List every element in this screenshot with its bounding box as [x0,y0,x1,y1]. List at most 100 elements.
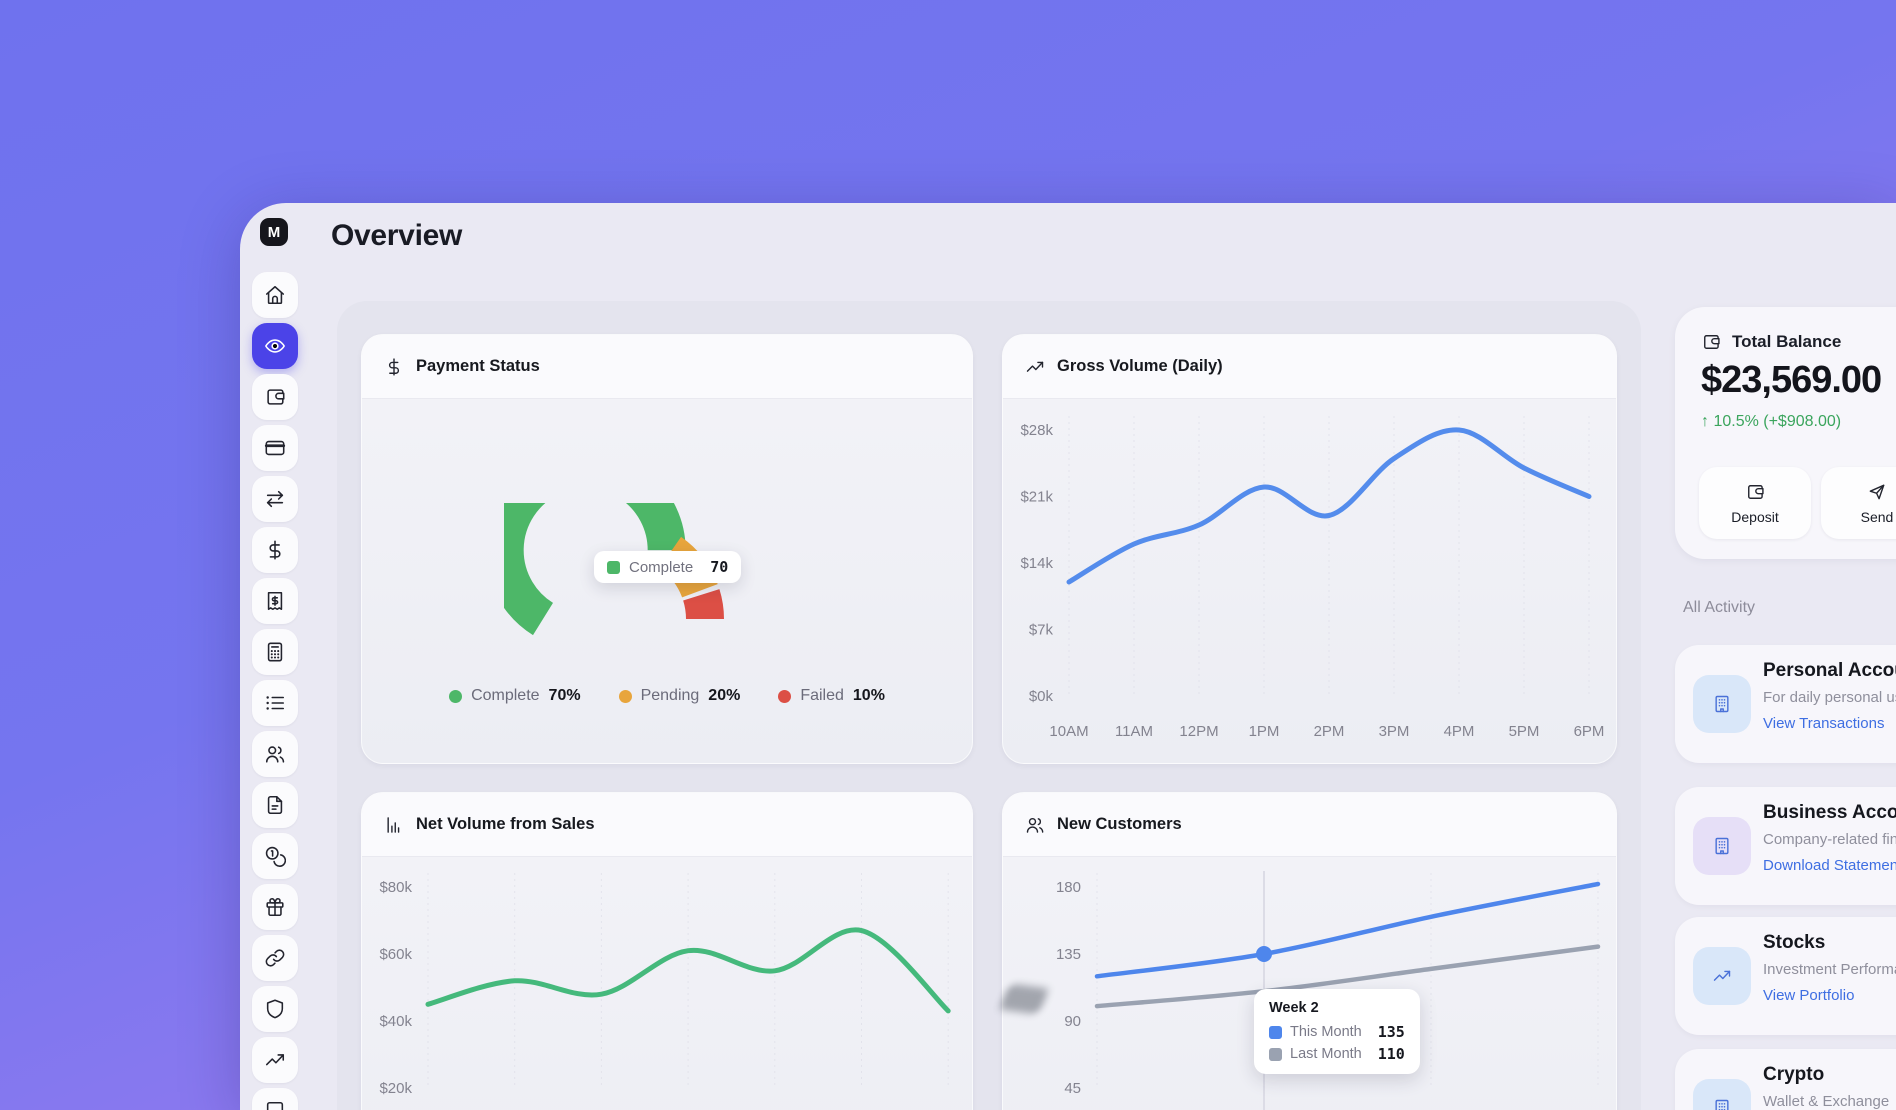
line-chart: $28k$21k$14k$7k$0k10AM11AM12PM1PM2PM3PM4… [1003,399,1616,763]
sidebar-item-trending-up[interactable] [252,1037,298,1083]
gross-volume-card: Gross Volume (Daily) $28k$21k$14k$7k$0k1… [1002,334,1617,764]
deposit-button[interactable]: Deposit [1699,467,1811,539]
sidebar-item-home[interactable] [252,272,298,318]
sidebar-item-calculator[interactable] [252,629,298,675]
send-button[interactable]: Send [1821,467,1896,539]
svg-text:45: 45 [1064,1080,1081,1097]
total-balance-card: Total Balance $23,569.00 ↑ 10.5% (+$908.… [1675,307,1896,559]
sidebar-item-device[interactable] [252,1088,298,1110]
svg-text:5PM: 5PM [1509,723,1540,740]
gauge-tooltip: Complete 70 [594,551,741,583]
sidebar-item-users[interactable] [252,731,298,777]
legend-value: 20% [708,687,740,705]
desktop-background: M Overview Payment Status Complete 70 [0,0,1896,1110]
payment-status-header: Payment Status [362,335,972,399]
week-tooltip: Week 2 This Month 135 Last Month 110 [1254,989,1420,1074]
activity-icon-square [1693,947,1751,1005]
legend-item: Failed 10% [778,687,885,705]
coins-icon [264,845,286,867]
svg-text:10AM: 10AM [1049,723,1088,740]
svg-text:$60k: $60k [379,946,412,963]
activity-icon-square [1693,675,1751,733]
sidebar-item-shield[interactable] [252,986,298,1032]
bar-chart-icon [384,815,404,835]
credit-card-icon [264,437,286,459]
activity-title: Personal Account [1763,660,1896,682]
sidebar-item-transfers[interactable] [252,476,298,522]
activity-subtitle: Wallet & Exchange [1763,1093,1889,1110]
tooltip-label: This Month [1290,1024,1362,1040]
trending-up-icon [1025,357,1045,377]
activity-item-business-account[interactable]: Business Account Company-related finance… [1675,787,1896,905]
receipt-icon [264,590,286,612]
tooltip-value: 110 [1378,1045,1405,1063]
activity-icon-square [1693,817,1751,875]
new-customers-header: New Customers [1003,793,1616,857]
legend-label: Failed [800,687,844,705]
sidebar-item-list[interactable] [252,680,298,726]
gift-icon [264,896,286,918]
svg-text:90: 90 [1064,1013,1081,1030]
legend-label: Complete [471,687,539,705]
svg-text:180: 180 [1056,879,1081,896]
svg-text:$0k: $0k [1029,688,1054,705]
building-icon [1712,1098,1732,1110]
device-icon [264,1100,286,1110]
activity-subtitle: Investment Performance [1763,961,1896,978]
trending-up-icon [264,1049,286,1071]
sidebar-item-wallet[interactable] [252,374,298,420]
tooltip-row: This Month 135 [1269,1023,1405,1041]
tooltip-row: Last Month 110 [1269,1045,1405,1063]
download-statement-link[interactable]: Download Statement [1763,857,1896,874]
net-volume-header: Net Volume from Sales [362,793,972,857]
card-title: Net Volume from Sales [416,815,595,834]
document-icon [264,794,286,816]
card-title: New Customers [1057,815,1182,834]
legend-item: Pending 20% [619,687,741,705]
sidebar-item-coins[interactable] [252,833,298,879]
sidebar-item-gift[interactable] [252,884,298,930]
card-title: Payment Status [416,357,540,376]
building-icon [1712,836,1732,856]
gauge-legend: Complete 70% Pending 20% Failed 10% [362,687,972,705]
svg-text:$20k: $20k [379,1080,412,1097]
transfers-icon [264,488,286,510]
send-icon [1867,482,1887,502]
activity-item-stocks[interactable]: Stocks Investment Performance View Portf… [1675,917,1896,1035]
sidebar-item-credit-card[interactable] [252,425,298,471]
gross-volume-header: Gross Volume (Daily) [1003,335,1616,399]
wallet-icon [1701,332,1721,352]
tooltip-label: Complete [629,559,693,576]
app-logo[interactable]: M [260,218,288,246]
sidebar [252,272,298,1110]
svg-text:1PM: 1PM [1249,723,1280,740]
legend-value: 10% [853,687,885,705]
activity-title: Crypto [1763,1064,1824,1086]
svg-text:$7k: $7k [1029,622,1054,639]
building-icon [1712,836,1732,856]
balance-change: ↑ 10.5% (+$908.00) [1701,413,1841,431]
tooltip-swatch [1269,1026,1282,1039]
legend-dot [449,690,462,703]
view-transactions-link[interactable]: View Transactions [1763,715,1884,732]
sidebar-item-receipt[interactable] [252,578,298,624]
view-portfolio-link[interactable]: View Portfolio [1763,987,1854,1004]
tooltip-value: 70 [710,558,728,576]
trending-up-icon [1025,357,1045,377]
eye-icon [264,335,286,357]
tooltip-swatch [1269,1048,1282,1061]
sidebar-item-eye[interactable] [252,323,298,369]
activity-item-personal-account[interactable]: Personal Account For daily personal use … [1675,645,1896,763]
users-icon [1025,815,1045,835]
activity-item-crypto[interactable]: Crypto Wallet & Exchange [1675,1049,1896,1110]
tooltip-value: 135 [1378,1023,1405,1041]
legend-label: Pending [641,687,700,705]
sidebar-item-link[interactable] [252,935,298,981]
users-icon [1025,815,1045,835]
building-icon [1712,694,1732,714]
legend-item: Complete 70% [449,687,581,705]
sidebar-item-document[interactable] [252,782,298,828]
new-customers-card: New Customers 180 135 90 45 Week 2 This Mon… [1002,792,1617,1110]
sidebar-item-dollar[interactable] [252,527,298,573]
total-balance-label: Total Balance [1732,332,1841,352]
